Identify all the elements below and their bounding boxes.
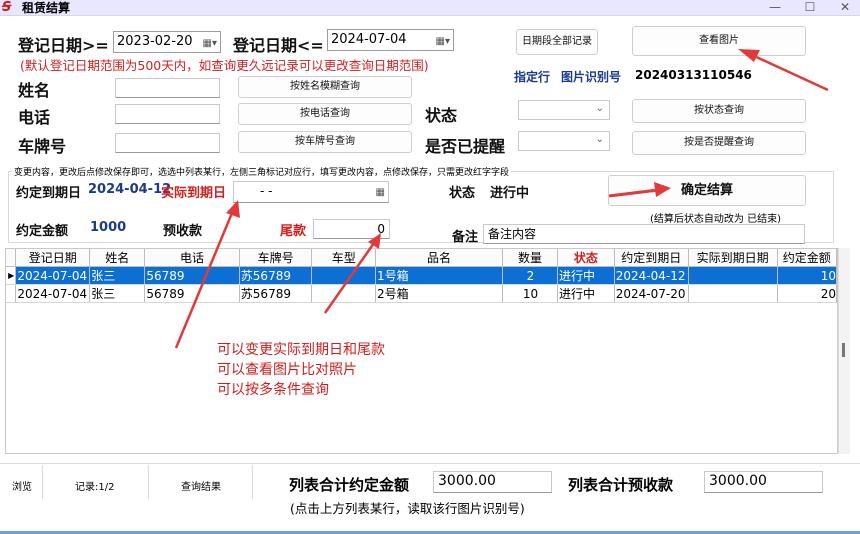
arrow-head xyxy=(654,182,671,197)
arrow-to-confirm xyxy=(608,188,659,198)
footer-note: (点击上方列表某行，读取该行图片识别号) xyxy=(290,501,525,516)
arrow-head xyxy=(738,49,760,62)
footer-sep xyxy=(42,465,43,499)
arrow-head xyxy=(226,200,240,218)
footer-divider xyxy=(0,463,860,464)
arrow-to-balance xyxy=(323,242,376,314)
sum-prepaid-field: 3000.00 xyxy=(704,471,823,493)
arrow-head xyxy=(368,233,381,249)
arrow-to-view-image xyxy=(751,53,829,92)
footer-sep xyxy=(252,465,253,499)
annotation-arrows xyxy=(174,49,829,349)
records-count: 记录:1/2 xyxy=(75,482,115,493)
browse-label: 浏览 xyxy=(12,482,32,493)
sum-prepaid-label: 列表合计预收款 xyxy=(568,476,674,494)
query-result-label: 查询结果 xyxy=(181,482,221,493)
footer-sep xyxy=(148,465,149,499)
sum-amount-label: 列表合计约定金额 xyxy=(289,476,410,494)
sum-amount-field: 3000.00 xyxy=(433,471,552,493)
arrow-to-actual-date xyxy=(174,212,234,349)
